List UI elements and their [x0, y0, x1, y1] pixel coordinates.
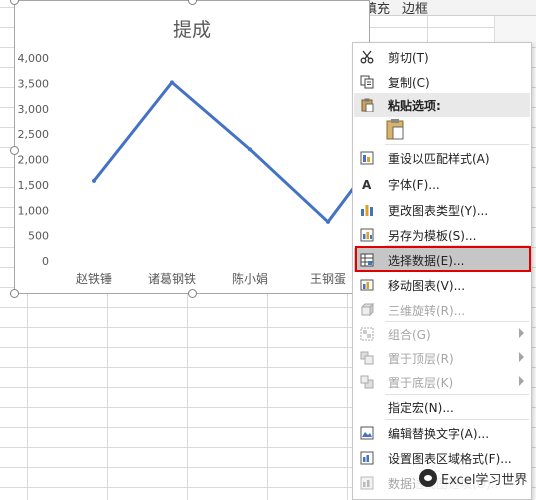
menu-separator	[385, 394, 529, 395]
send-back-icon	[359, 374, 375, 390]
data-point[interactable]	[92, 178, 96, 183]
menu-item-label: 置于顶层(R)	[388, 352, 454, 366]
context-menu: 剪切(T) 复制(C) 粘贴选项: 重设以匹配样式(A) A 字体(F)... 更改图表类型…	[352, 42, 532, 500]
menu-separator	[385, 321, 529, 322]
data-point[interactable]	[248, 147, 252, 152]
menu-item-label: 置于底层(K)	[388, 376, 454, 390]
menu-item-label: 移动图表(V)...	[388, 279, 466, 293]
y-tick-label: 500	[28, 230, 49, 243]
menu-item-paste-keep-format[interactable]	[354, 116, 530, 144]
format-area-icon	[359, 450, 375, 466]
menu-item-save-as-template[interactable]: 另存为模板(S)...	[354, 223, 530, 247]
reset-style-icon	[359, 150, 375, 166]
y-tick-label: 2,500	[18, 128, 50, 141]
submenu-arrow-icon	[519, 328, 524, 338]
menu-item-assign-macro[interactable]: 指定宏(N)...	[354, 395, 530, 419]
svg-text:A: A	[362, 178, 372, 191]
y-tick-label: 3,500	[18, 77, 50, 90]
x-category-label: 诸葛钢铁	[148, 272, 196, 286]
wechat-icon	[419, 469, 437, 487]
watermark-text: Excel学习世界	[441, 472, 528, 488]
data-point[interactable]	[326, 219, 330, 224]
menu-item-select-data[interactable]: 选择数据(E)...	[354, 248, 530, 272]
menu-item-label: 编辑替换文字(A)...	[388, 427, 490, 441]
menu-item-send-to-back: 置于底层(K)	[354, 370, 530, 394]
ribbon-strip: 填充 边框	[352, 0, 536, 17]
select-data-icon	[359, 252, 375, 268]
y-tick-label: 4,000	[18, 52, 50, 65]
resize-handle-bottom-left[interactable]	[10, 289, 19, 298]
y-tick-label: 1,000	[18, 204, 50, 217]
3d-rotate-icon	[359, 302, 375, 318]
submenu-arrow-icon	[519, 376, 524, 386]
menu-item-copy[interactable]: 复制(C)	[354, 70, 530, 94]
y-tick-label: 3,000	[18, 103, 50, 116]
menu-separator	[385, 419, 529, 420]
menu-item-cut[interactable]: 剪切(T)	[354, 45, 530, 69]
menu-item-label: 重设以匹配样式(A)	[388, 152, 490, 166]
menu-item-label: 选择数据(E)...	[388, 254, 465, 268]
copy-icon	[359, 74, 375, 90]
watermark: Excel学习世界	[415, 466, 532, 490]
menu-item-label: 指定宏(N)...	[388, 401, 454, 415]
menu-item-label: 组合(G)	[388, 328, 431, 342]
bring-front-icon	[359, 350, 375, 366]
y-tick-label: 1,500	[18, 179, 50, 192]
resize-handle-bottom-center[interactable]	[188, 289, 197, 298]
menu-item-label: 更改图表类型(Y)...	[388, 204, 489, 218]
scissors-icon	[359, 49, 375, 65]
x-category-label: 王钢蛋	[310, 272, 346, 286]
x-category-label: 陈小娟	[232, 271, 268, 286]
menu-item-label: 剪切(T)	[388, 51, 429, 65]
chart-plot: 0 500 1,000 1,500 2,000 2,500 3,000 3,500 4,000 赵…	[18, 52, 371, 286]
menu-item-reset-style[interactable]: 重设以匹配样式(A)	[354, 146, 530, 170]
menu-item-label: 粘贴选项:	[388, 99, 441, 113]
menu-item-3d-rotation: 三维旋转(R)...	[354, 298, 530, 322]
menu-item-label: 三维旋转(R)...	[388, 304, 466, 318]
series-line[interactable]	[92, 80, 371, 224]
data-point[interactable]	[170, 80, 174, 85]
menu-item-label: 设置图表区域格式(F)...	[388, 452, 512, 466]
save-template-icon	[359, 227, 375, 243]
menu-item-label: 另存为模板(S)...	[388, 229, 477, 243]
menu-item-label: 字体(F)...	[388, 178, 440, 192]
pivot-options-icon	[359, 475, 375, 491]
y-tick-label: 0	[42, 255, 49, 268]
menu-item-bring-to-front: 置于顶层(R)	[354, 346, 530, 370]
submenu-arrow-icon	[519, 352, 524, 362]
group-icon	[359, 326, 375, 342]
menu-item-move-chart[interactable]: 移动图表(V)...	[354, 273, 530, 297]
menu-item-paste-options: 粘贴选项:	[354, 93, 530, 117]
clipboard-icon	[384, 118, 406, 140]
menu-item-change-chart-type[interactable]: 更改图表类型(Y)...	[354, 198, 530, 222]
x-category-label: 赵铁锤	[76, 271, 112, 286]
border-tab[interactable]: 边框	[402, 0, 428, 17]
menu-item-edit-alt-text[interactable]: 编辑替换文字(A)...	[354, 421, 530, 445]
y-tick-label: 2,000	[18, 154, 50, 167]
menu-item-label: 复制(C)	[388, 76, 430, 90]
move-chart-icon	[359, 277, 375, 293]
paste-icon	[359, 97, 375, 113]
line-chart[interactable]: 提成 0 500 1,000 1,500 2,000 2,500 3,000 3,500 4,0…	[14, 0, 371, 294]
menu-item-group: 组合(G)	[354, 322, 530, 346]
menu-separator	[385, 144, 529, 145]
font-icon: A	[359, 176, 375, 192]
menu-item-font[interactable]: A 字体(F)...	[354, 172, 530, 196]
menu-separator	[385, 245, 529, 246]
resize-handle-middle-left[interactable]	[10, 146, 19, 155]
alt-text-icon	[359, 425, 375, 441]
chart-type-icon	[359, 202, 375, 218]
